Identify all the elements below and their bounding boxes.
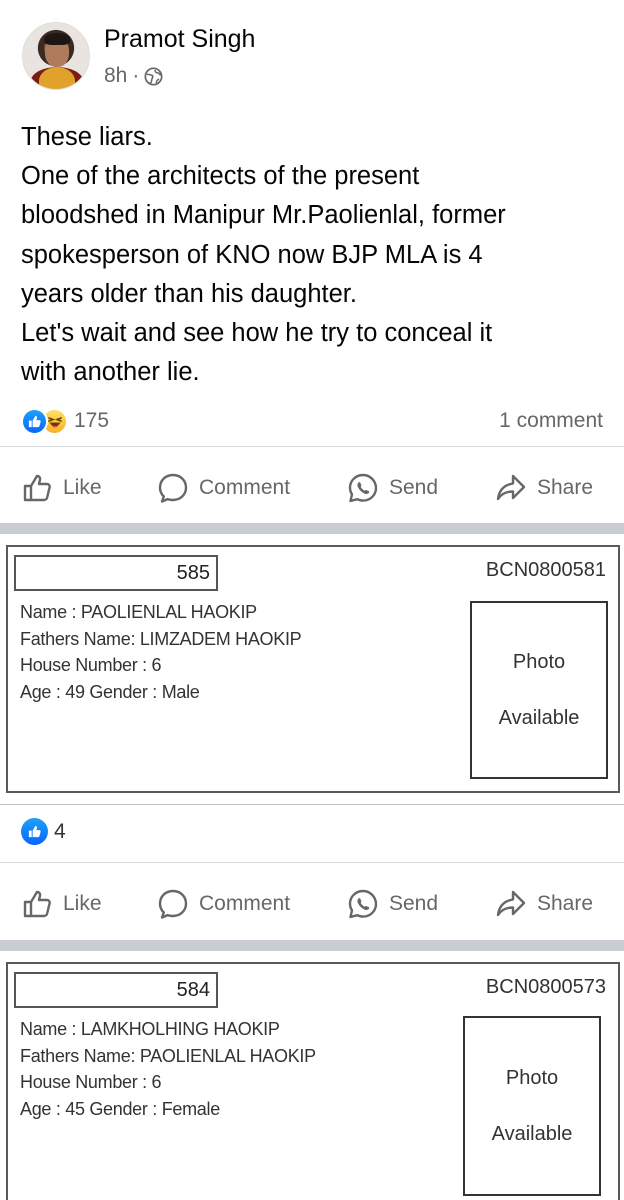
comment-count[interactable]: 1 comment [499,409,603,433]
meta-separator: · [132,64,140,87]
like-icon [21,407,48,435]
voter-card[interactable]: 584 BCN0800573 Name : LAMKHOLHING HAOKIP… [6,962,620,1200]
action-bar: Like Comment Send Share [0,463,624,513]
serial-number: 585 [14,555,218,591]
photo-box: Photo Available [463,1016,601,1196]
post-time[interactable]: 8h [104,64,127,88]
voter-age-gender: Age : 49 Gender : Male [20,681,200,702]
photo-status: Available [498,707,580,729]
photo-label: Photo [512,651,566,673]
send-label: Send [389,892,439,915]
post-text-line: Let's wait and see how he try to conceal… [21,319,493,348]
like-label: Like [63,476,102,499]
shared-reactions[interactable]: 4 [21,818,66,845]
send-button[interactable]: Send [347,472,438,504]
comment-button[interactable]: Comment [157,888,290,920]
voter-name: Name : PAOLIENLAL HAOKIP [20,602,257,622]
comment-label: Comment [199,476,291,499]
comment-button[interactable]: Comment [157,472,290,504]
whatsapp-icon [348,889,378,919]
section-separator [0,523,624,534]
post-meta: 8h · [104,64,255,88]
voter-details: Name : LAMKHOLHING HAOKIP Fathers Name: … [20,1016,316,1122]
voter-card[interactable]: 585 BCN0800581 Name : PAOLIENLAL HAOKIP … [6,545,620,793]
divider [0,446,624,447]
share-icon [496,474,526,501]
post-header: Pramot Singh 8h · [22,22,255,90]
voter-father-name: Fathers Name: PAOLIENLAL HAOKIP [20,1045,316,1066]
photo-box: Photo Available [470,601,608,779]
thumbs-up-icon [23,474,51,502]
globe-icon[interactable] [144,66,163,86]
voter-age-gender: Age : 45 Gender : Female [20,1098,220,1119]
share-button[interactable]: Share [495,472,593,504]
voter-house-number: House Number : 6 [20,1072,162,1092]
author-block: Pramot Singh 8h · [104,24,255,88]
author-name[interactable]: Pramot Singh [104,24,255,54]
like-button[interactable]: Like [21,472,102,504]
share-label: Share [537,892,594,915]
voter-house-number: House Number : 6 [20,655,162,675]
send-button[interactable]: Send [347,888,438,920]
post-text-line: with another lie. [21,358,200,387]
post-text-line: These liars. [21,123,153,151]
post-text-line: years older than his daughter. [21,279,357,308]
share-button[interactable]: Share [495,888,593,920]
action-bar: Like Comment Send Share [0,879,624,929]
divider [0,862,624,863]
share-label: Share [537,476,594,499]
serial-number: 584 [14,972,218,1008]
post-text: These liars. One of the architects of th… [21,118,611,392]
section-separator [0,940,624,951]
post-text-line: spokesperson of KNO now BJP MLA is 4 [21,240,483,269]
like-icon [21,818,48,845]
divider [0,804,624,805]
reaction-count: 175 [74,409,110,432]
send-label: Send [389,476,439,499]
voter-father-name: Fathers Name: LIMZADEM HAOKIP [20,628,302,649]
comment-icon [158,473,188,503]
like-label: Like [63,892,102,915]
avatar[interactable] [22,22,90,90]
thumbs-up-icon [23,890,51,918]
voter-id-code: BCN0800573 [485,976,606,998]
photo-status: Available [491,1123,573,1145]
post-stats: 175 1 comment [21,404,603,438]
like-button[interactable]: Like [21,888,102,920]
whatsapp-icon [348,473,378,503]
voter-details: Name : PAOLIENLAL HAOKIP Fathers Name: L… [20,599,302,705]
comment-icon [158,889,188,919]
post-text-line: One of the architects of the present [21,162,420,191]
comment-label: Comment [199,892,291,915]
reactions-summary[interactable]: 175 [21,407,110,435]
shared-reaction-count: 4 [54,819,66,843]
photo-label: Photo [505,1067,559,1089]
share-icon [496,890,526,917]
voter-id-code: BCN0800581 [485,559,606,581]
voter-name: Name : LAMKHOLHING HAOKIP [20,1019,280,1039]
post-text-line: bloodshed in Manipur Mr.Paolienlal, form… [21,201,506,230]
